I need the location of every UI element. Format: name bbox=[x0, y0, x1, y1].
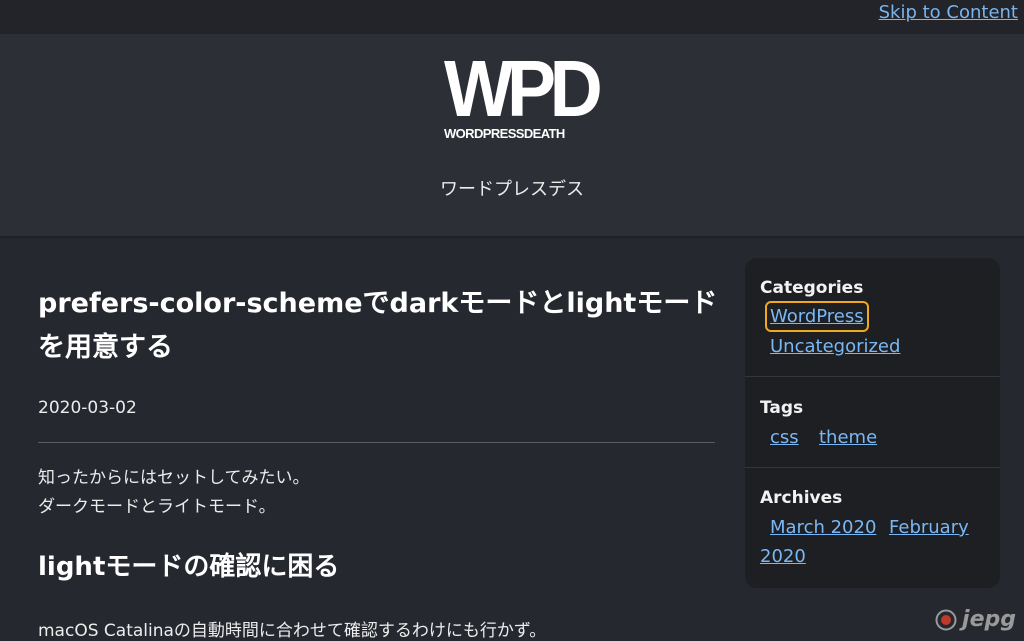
post-paragraph-line-2: ダークモードとライトモード。 bbox=[38, 497, 276, 517]
post-divider bbox=[38, 442, 715, 443]
post-date: 2020-03-02 bbox=[38, 398, 137, 418]
site-tagline: ワードプレスデス bbox=[440, 179, 584, 200]
site-header: WPD WORDPRESSDEATH ワードプレスデス bbox=[0, 34, 1024, 236]
post-paragraph-2: macOS Catalinaの自動時間に合わせて確認するわけにも行かず。 bbox=[38, 621, 547, 641]
header-divider bbox=[0, 236, 1024, 238]
archives-title: Archives bbox=[760, 488, 843, 508]
archives-widget: Archives March 2020 February 2020 bbox=[745, 468, 1000, 588]
post-subheading: lightモードの確認に困る bbox=[38, 552, 340, 582]
record-icon bbox=[935, 609, 957, 630]
category-link-uncategorized[interactable]: Uncategorized bbox=[770, 336, 900, 357]
top-bar: Skip to Content bbox=[0, 0, 1024, 34]
category-link-wordpress[interactable]: WordPress bbox=[765, 301, 869, 332]
sidebar: Categories WordPress Uncategorized Tags … bbox=[745, 258, 1000, 588]
archive-link-february-2020-cont[interactable]: 2020 bbox=[760, 546, 806, 567]
archive-link-february-2020[interactable]: February bbox=[889, 517, 969, 538]
post-paragraph-line-1: 知ったからにはセットしてみたい。 bbox=[38, 468, 310, 488]
post-paragraph: 知ったからにはセットしてみたい。 ダークモードとライトモード。 bbox=[38, 464, 310, 522]
archive-link-march-2020[interactable]: March 2020 bbox=[770, 517, 876, 538]
logo-text: WPD bbox=[444, 44, 603, 133]
tag-link-theme[interactable]: theme bbox=[819, 427, 877, 448]
watermark-text: jepg bbox=[962, 607, 1016, 632]
post-title: prefers-color-schemeでdarkモードとlightモードを用意… bbox=[38, 288, 718, 363]
site-logo[interactable]: WPD WORDPRESSDEATH bbox=[444, 44, 603, 146]
tags-widget: Tags css theme bbox=[745, 377, 1000, 467]
tag-link-css[interactable]: css bbox=[770, 427, 799, 448]
watermark: jepg bbox=[935, 607, 1016, 632]
categories-title: Categories bbox=[760, 278, 864, 298]
skip-to-content-link[interactable]: Skip to Content bbox=[879, 2, 1018, 23]
tags-title: Tags bbox=[760, 398, 804, 418]
categories-widget: Categories WordPress Uncategorized bbox=[745, 258, 1000, 376]
